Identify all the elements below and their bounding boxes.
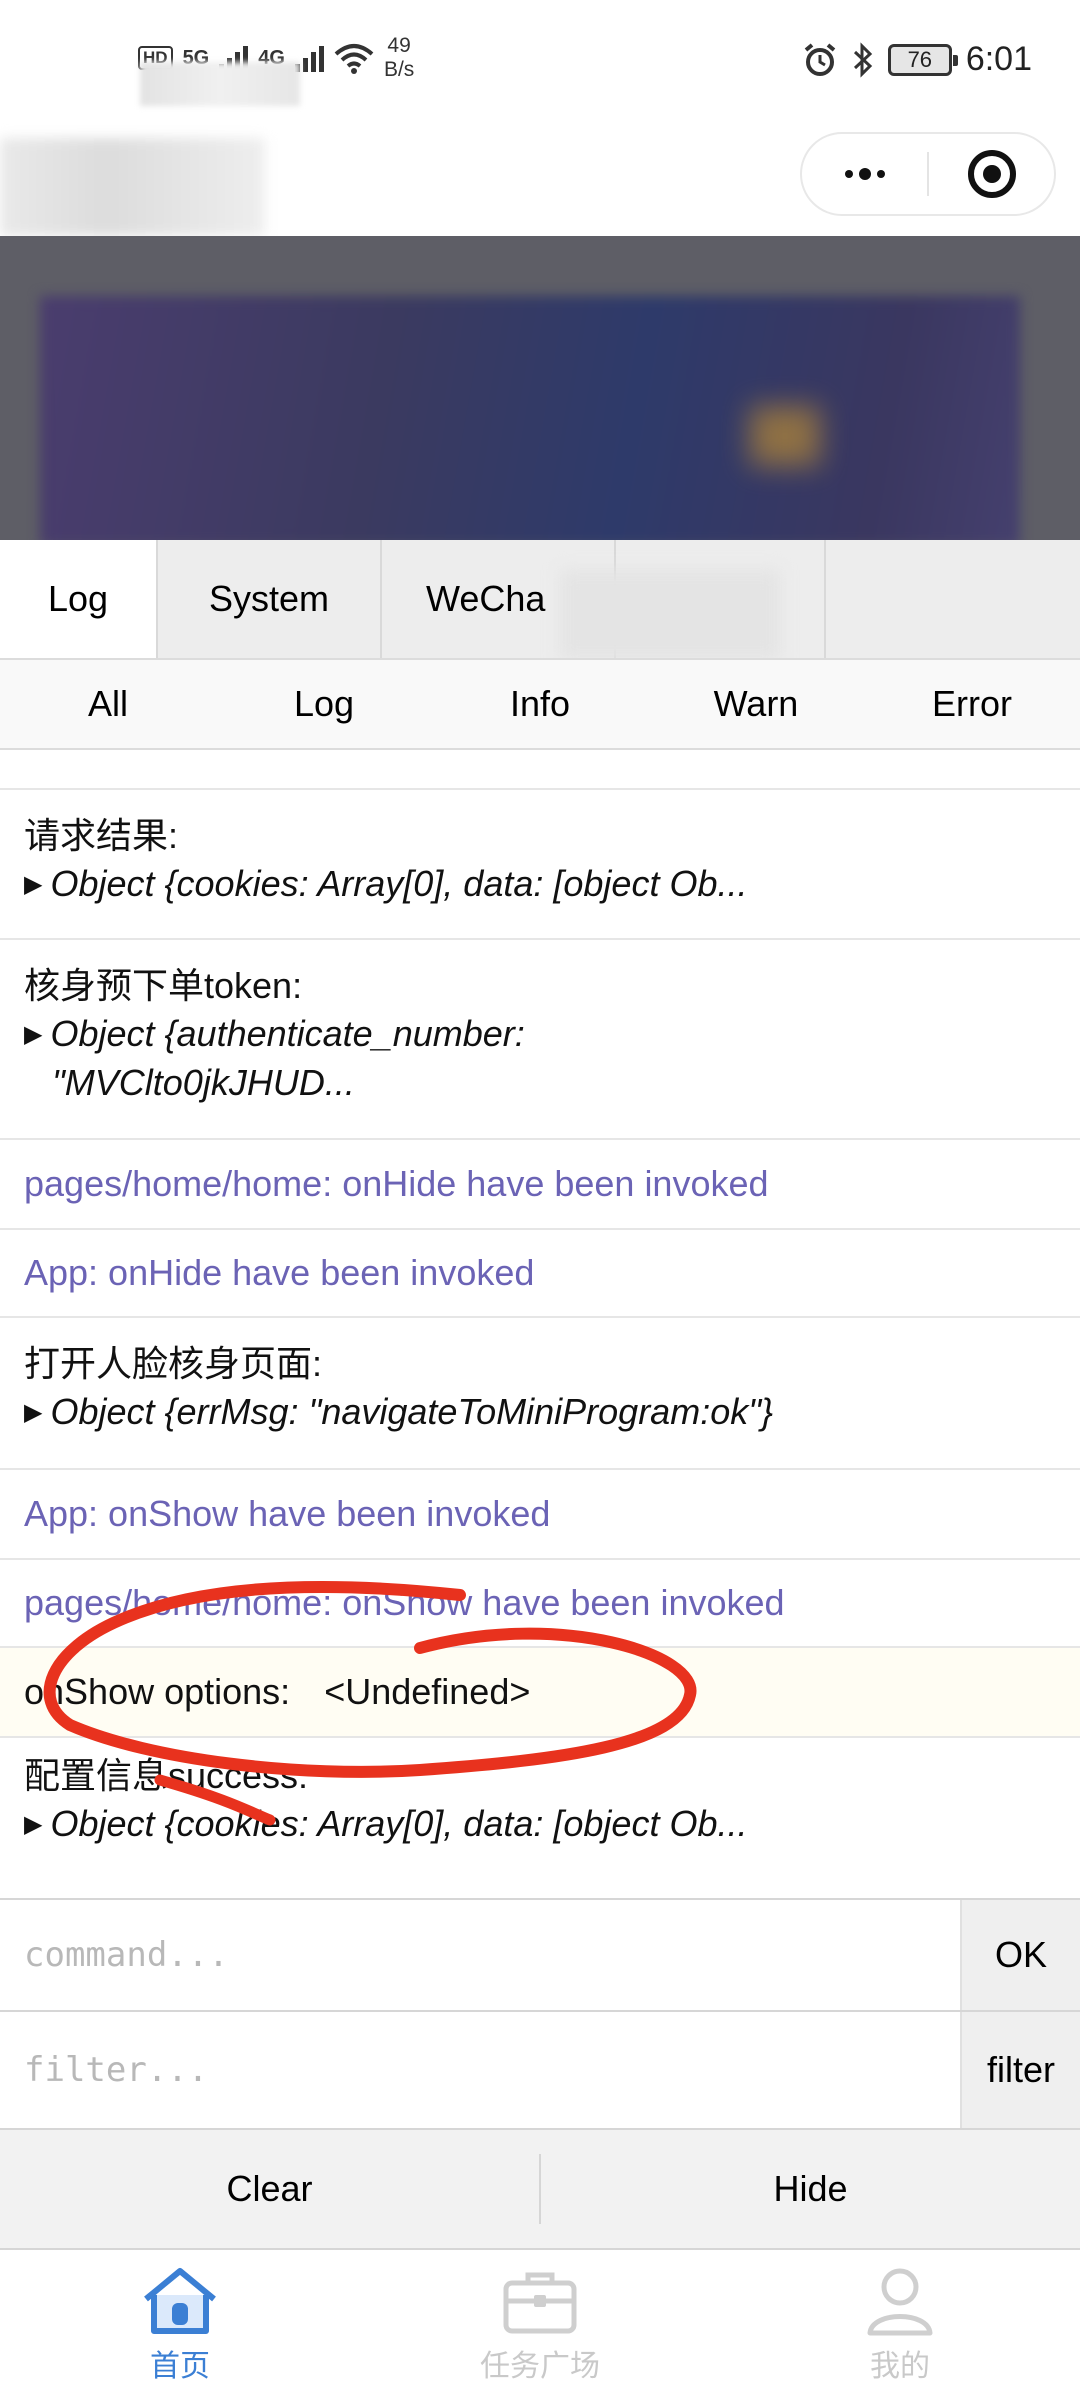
log-list[interactable]: 请求结果: ▶ Object {cookies: Array[0], data: …: [0, 750, 1080, 1898]
status-right: 76 6:01: [802, 40, 1032, 79]
tab-task-square-label: 任务广场: [480, 2350, 600, 2383]
banner-blur-spot: [750, 406, 820, 466]
filter-info[interactable]: Info: [432, 660, 648, 748]
more-dots-icon: [844, 168, 885, 180]
log-value: <Undefined>: [324, 1671, 531, 1712]
clock-time: 6:01: [965, 40, 1032, 78]
log-entry-system: pages/home/home: onHide have been invoke…: [0, 1140, 1080, 1230]
tab-mine[interactable]: 我的: [720, 2250, 1080, 2400]
ok-button[interactable]: OK: [960, 1900, 1080, 2010]
vconsole-tabs: Log System WeCha: [0, 540, 1080, 660]
briefcase-icon: [503, 2272, 577, 2334]
log-object-text: Object {errMsg: "navigateToMiniProgram:o…: [50, 1391, 774, 1432]
tab-system[interactable]: System: [158, 540, 382, 658]
expand-triangle-icon[interactable]: ▶: [24, 1011, 42, 1059]
log-object-continued: "MVClto0jkJHUD...: [52, 1062, 355, 1103]
banner-blur: [40, 296, 1020, 542]
log-object[interactable]: ▶ Object {authenticate_number:: [24, 1010, 1080, 1059]
bluetooth-icon: [853, 41, 872, 78]
mini-program-nav-bar: [0, 130, 1080, 240]
log-entry-system: App: onHide have been invoked: [0, 1230, 1080, 1318]
log-label: 请求结果:: [24, 815, 179, 856]
filter-button[interactable]: filter: [960, 2012, 1080, 2128]
log-object[interactable]: ▶ Object {errMsg: "navigateToMiniProgram:…: [24, 1388, 1080, 1437]
expand-triangle-icon[interactable]: ▶: [24, 861, 42, 909]
filter-input[interactable]: [24, 2012, 944, 2128]
tab-mine-label: 我的: [870, 2350, 930, 2383]
log-entry-options: onShow options: <Undefined>: [0, 1648, 1080, 1738]
obscured-status-area: [140, 62, 300, 106]
network-speed-unit: B/s: [383, 58, 415, 81]
tab-home-label: 首页: [150, 2350, 210, 2383]
filter-error[interactable]: Error: [864, 660, 1080, 748]
wifi-icon: [334, 44, 374, 74]
target-circle-icon: [967, 150, 1016, 198]
filter-row: filter: [0, 2012, 1080, 2130]
more-button[interactable]: [802, 134, 927, 214]
log-object-text: Object {cookies: Array[0], data: [object…: [50, 1803, 748, 1844]
vconsole-footer: Clear Hide: [0, 2130, 1080, 2250]
tab-home[interactable]: 首页: [0, 2250, 360, 2400]
log-entry-system: pages/home/home: onShow have been invoke…: [0, 1560, 1080, 1648]
close-mini-program-button[interactable]: [929, 134, 1054, 214]
user-icon: [867, 2268, 933, 2336]
log-object-text: Object {authenticate_number:: [50, 1013, 525, 1054]
expand-triangle-icon[interactable]: ▶: [24, 1389, 42, 1437]
log-object[interactable]: ▶ Object {cookies: Array[0], data: [objec…: [24, 1800, 1080, 1849]
network-speed: 49 B/s: [384, 34, 414, 82]
obscured-page-banner: [0, 236, 1080, 542]
hide-button[interactable]: Hide: [541, 2130, 1080, 2248]
command-row: OK: [0, 1898, 1080, 2012]
log-label: onShow options:: [24, 1671, 291, 1712]
home-icon: [144, 2268, 216, 2334]
filter-warn[interactable]: Warn: [648, 660, 864, 748]
log-entry-system: App: onShow have been invoked: [0, 1470, 1080, 1560]
log-entry[interactable]: 打开人脸核身页面: ▶ Object {errMsg: "navigateToMi…: [0, 1318, 1080, 1470]
battery-level: 76: [907, 46, 933, 72]
battery-icon: 76: [887, 43, 958, 76]
clear-button[interactable]: Clear: [0, 2130, 539, 2248]
log-object[interactable]: ▶ Object {cookies: Array[0], data: [objec…: [24, 860, 1080, 909]
log-label: 核身预下单token:: [24, 965, 303, 1006]
log-entry[interactable]: 核身预下单token: ▶ Object {authenticate_number…: [0, 940, 1080, 1140]
tab-task-square[interactable]: 任务广场: [360, 2250, 720, 2400]
network-speed-value: 49: [387, 34, 411, 57]
log-entry-partial: [0, 750, 1080, 790]
filter-log[interactable]: Log: [216, 660, 432, 748]
obscured-tab-area: [560, 570, 780, 660]
command-input[interactable]: [24, 1900, 944, 2010]
log-entry[interactable]: 配置信息success: ▶ Object {cookies: Array[0],…: [0, 1738, 1080, 1898]
alarm-icon: [804, 42, 836, 76]
obscured-page-title: [0, 138, 265, 236]
filter-all[interactable]: All: [0, 660, 216, 748]
expand-triangle-icon[interactable]: ▶: [24, 1801, 42, 1849]
log-label: 配置信息success:: [24, 1755, 309, 1796]
bottom-tab-bar: 首页 任务广场 我的: [0, 2250, 1080, 2400]
tab-log[interactable]: Log: [0, 540, 158, 658]
log-level-filters: All Log Info Warn Error: [0, 658, 1080, 750]
log-object-text: Object {cookies: Array[0], data: [object…: [50, 863, 748, 904]
log-entry[interactable]: 请求结果: ▶ Object {cookies: Array[0], data: …: [0, 790, 1080, 940]
vconsole-panel: Log System WeCha All Log Info Warn Error…: [0, 540, 1080, 2250]
status-bar: HD 5G 4G 49 B/s 76 6:01: [0, 0, 1080, 130]
log-label: 打开人脸核身页面:: [24, 1343, 323, 1384]
capsule-menu: [800, 132, 1056, 216]
